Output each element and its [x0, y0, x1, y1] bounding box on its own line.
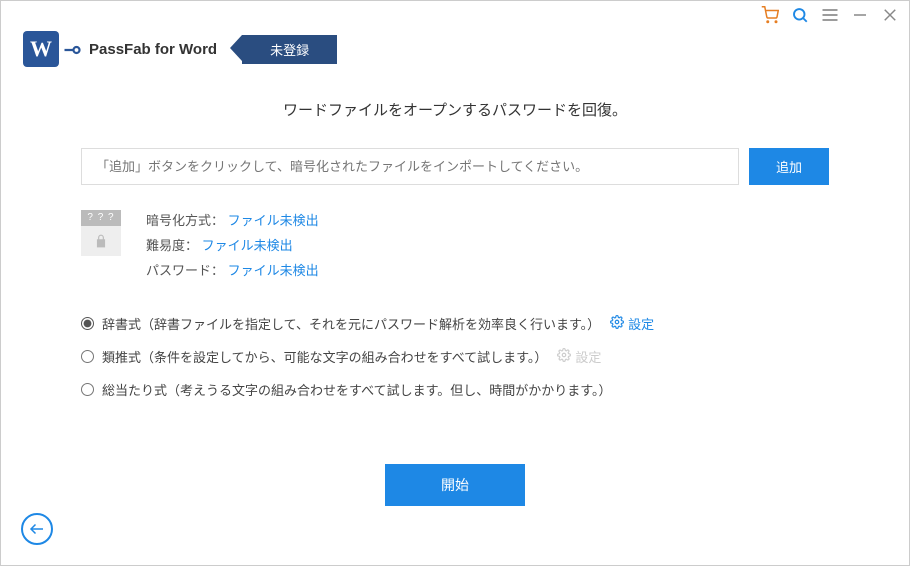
- method-mask[interactable]: 類推式（条件を設定してから、可能な文字の組み合わせをすべて試します。） 設定: [81, 347, 829, 366]
- main-content: ワードファイルをオープンするパスワードを回復。 追加 ? ? ? 暗号化方式： …: [1, 69, 909, 506]
- method-dictionary[interactable]: 辞書式（辞書ファイルを指定して、それを元にパスワード解析を効率良く行います。） …: [81, 314, 829, 333]
- password-label: パスワード：: [146, 263, 224, 278]
- minimize-icon[interactable]: [849, 4, 871, 26]
- cart-icon[interactable]: [759, 4, 781, 26]
- key-icon: [63, 41, 79, 57]
- difficulty-label: 難易度：: [146, 238, 198, 253]
- app-window: W PassFab for Word 未登録 ワードファイルをオープンするパスワ…: [0, 0, 910, 566]
- method-brute-radio[interactable]: [81, 383, 94, 396]
- registration-badge[interactable]: 未登録: [242, 35, 337, 64]
- method-dictionary-label: 辞書式（辞書ファイルを指定して、それを元にパスワード解析を効率良く行います。）: [102, 314, 600, 333]
- close-icon[interactable]: [879, 4, 901, 26]
- search-icon[interactable]: [789, 4, 811, 26]
- add-button[interactable]: 追加: [749, 148, 829, 185]
- start-button[interactable]: 開始: [385, 464, 525, 506]
- dictionary-settings-link[interactable]: 設定: [610, 314, 654, 333]
- method-brute[interactable]: 総当たり式（考えうる文字の組み合わせをすべて試します。但し、時間がかかります。）: [81, 380, 829, 399]
- encryption-label: 暗号化方式：: [146, 213, 224, 228]
- gear-icon: [557, 348, 571, 365]
- encryption-value[interactable]: ファイル未検出: [228, 213, 319, 228]
- file-thumbnail: ? ? ?: [81, 210, 121, 279]
- difficulty-line: 難易度： ファイル未検出: [146, 235, 319, 254]
- lock-icon: [81, 226, 121, 256]
- dictionary-settings-label: 設定: [628, 314, 654, 333]
- app-logo: W: [23, 31, 59, 67]
- difficulty-value[interactable]: ファイル未検出: [202, 238, 293, 253]
- mask-settings-link[interactable]: 設定: [557, 347, 601, 366]
- titlebar: [1, 1, 909, 29]
- method-mask-radio[interactable]: [81, 350, 94, 363]
- attack-methods: 辞書式（辞書ファイルを指定して、それを元にパスワード解析を効率良く行います。） …: [81, 314, 829, 399]
- encryption-line: 暗号化方式： ファイル未検出: [146, 210, 319, 229]
- method-dictionary-radio[interactable]: [81, 317, 94, 330]
- import-row: 追加: [81, 148, 829, 185]
- page-title: ワードファイルをオープンするパスワードを回復。: [81, 99, 829, 120]
- file-info-lines: 暗号化方式： ファイル未検出 難易度： ファイル未検出 パスワード： ファイル未…: [146, 210, 319, 279]
- back-button[interactable]: [21, 513, 53, 545]
- app-title: PassFab for Word: [89, 41, 217, 58]
- method-brute-label: 総当たり式（考えうる文字の組み合わせをすべて試します。但し、時間がかかります。）: [102, 380, 611, 399]
- thumbnail-unknown-badge: ? ? ?: [81, 210, 121, 226]
- method-mask-label: 類推式（条件を設定してから、可能な文字の組み合わせをすべて試します。）: [102, 347, 547, 366]
- password-value[interactable]: ファイル未検出: [228, 263, 319, 278]
- file-info: ? ? ? 暗号化方式： ファイル未検出 難易度： ファイル未検出 パスワード：…: [81, 210, 829, 279]
- menu-icon[interactable]: [819, 4, 841, 26]
- header: W PassFab for Word 未登録: [1, 29, 909, 69]
- mask-settings-label: 設定: [575, 347, 601, 366]
- password-line: パスワード： ファイル未検出: [146, 260, 319, 279]
- file-path-input[interactable]: [81, 148, 739, 185]
- gear-icon: [610, 315, 624, 332]
